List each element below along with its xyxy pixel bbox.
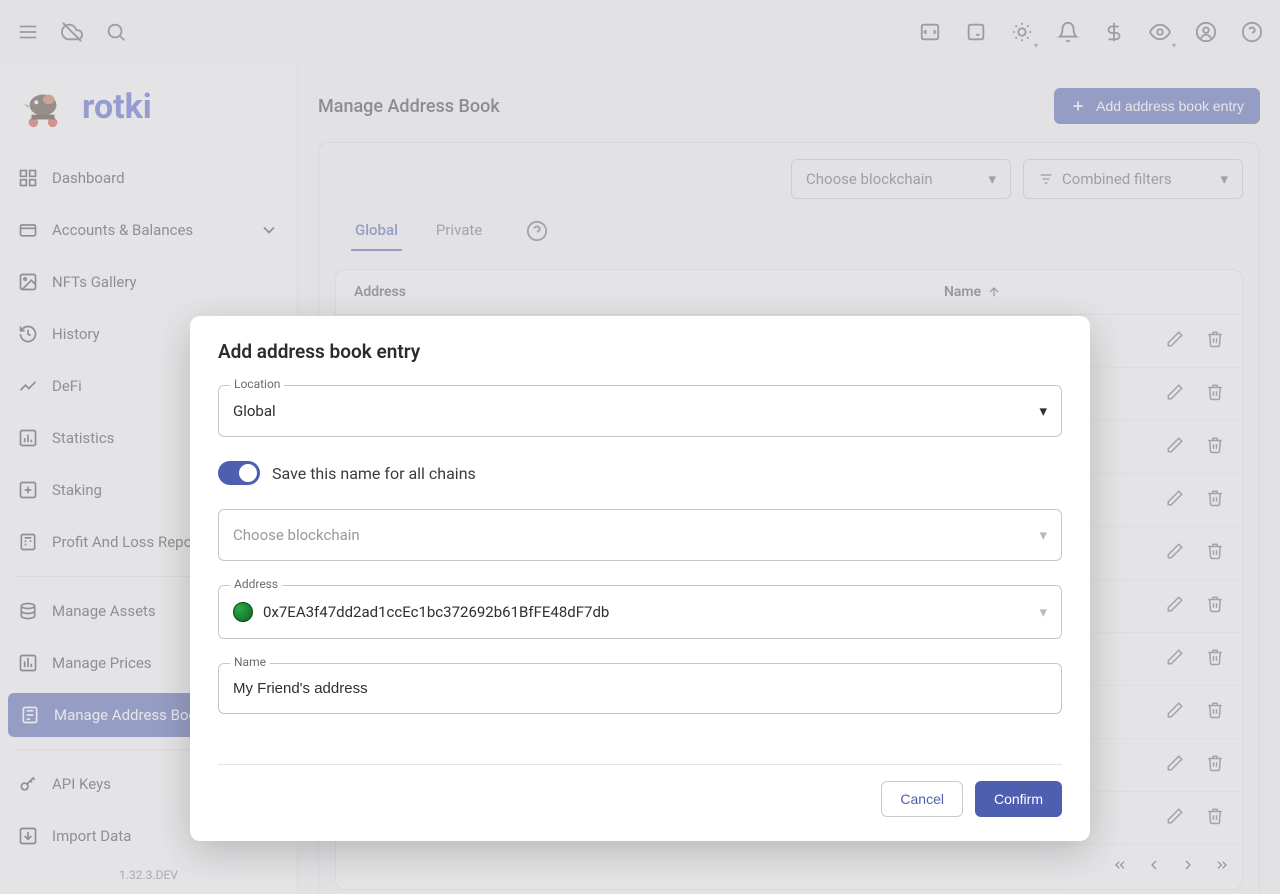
address-label: Address	[230, 577, 282, 591]
location-label: Location	[230, 377, 284, 391]
save-for-all-chains-toggle[interactable]	[218, 461, 260, 485]
caret-down-icon: ▾	[1039, 526, 1047, 544]
add-entry-dialog: Add address book entry Location Global ▾…	[190, 316, 1090, 841]
location-field[interactable]: Location Global ▾	[218, 385, 1062, 437]
name-input[interactable]	[233, 680, 1047, 697]
location-value: Global	[233, 402, 276, 420]
name-field[interactable]: Name	[218, 663, 1062, 714]
toggle-label: Save this name for all chains	[272, 464, 476, 483]
modal-overlay[interactable]: Add address book entry Location Global ▾…	[0, 0, 1280, 894]
blockchain-placeholder: Choose blockchain	[233, 526, 360, 544]
address-value: 0x7EA3f47dd2ad1ccEc1bc372692b61BfFE48dF7…	[263, 603, 609, 621]
name-label: Name	[230, 655, 270, 669]
caret-down-icon: ▾	[1039, 603, 1047, 621]
cancel-button[interactable]: Cancel	[881, 781, 963, 817]
confirm-button[interactable]: Confirm	[975, 781, 1062, 817]
address-avatar-icon	[233, 602, 253, 622]
dialog-title: Add address book entry	[218, 340, 1062, 363]
address-field[interactable]: Address 0x7EA3f47dd2ad1ccEc1bc372692b61B…	[218, 585, 1062, 639]
caret-down-icon: ▾	[1039, 402, 1047, 420]
blockchain-field[interactable]: Choose blockchain ▾	[218, 509, 1062, 561]
